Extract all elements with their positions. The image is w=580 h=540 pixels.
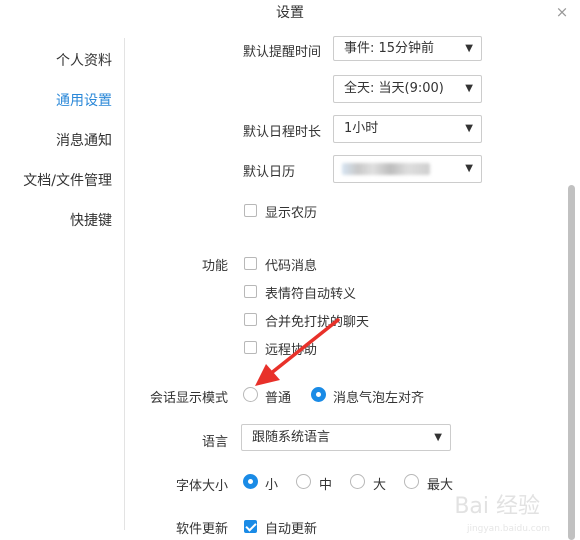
default-calendar-label: 默认日历: [243, 165, 296, 180]
duration-select[interactable]: 1小时 ▼: [333, 115, 482, 143]
auto-update-label[interactable]: 自动更新: [265, 518, 317, 537]
auto-update-checkbox[interactable]: [244, 520, 257, 533]
sidebar-item-general[interactable]: 通用设置: [56, 90, 112, 110]
font-size-large-label[interactable]: 大: [373, 474, 386, 493]
sidebar-item-files[interactable]: 文档/文件管理: [23, 170, 112, 190]
font-size-largest-label[interactable]: 最大: [427, 474, 453, 493]
duration-value: 1小时: [344, 121, 379, 136]
sidebar-item-shortcuts[interactable]: 快捷键: [70, 210, 112, 230]
scrollbar-thumb[interactable]: [568, 185, 575, 540]
scrollbar[interactable]: [568, 185, 576, 540]
default-calendar-select[interactable]: ▼: [333, 155, 482, 183]
language-select[interactable]: 跟随系统语言 ▼: [241, 424, 451, 451]
remote-assist-label[interactable]: 远程协助: [265, 339, 317, 358]
features-label: 功能: [202, 259, 229, 274]
reminder-time-label: 默认提醒时间: [243, 45, 322, 60]
sidebar-item-profile[interactable]: 个人资料: [56, 50, 112, 70]
font-size-large-radio[interactable]: [350, 474, 365, 489]
reminder-allday-value: 全天: 当天(9:00): [344, 81, 444, 96]
merge-dnd-checkbox[interactable]: [244, 313, 257, 326]
window-title: 设置: [276, 5, 304, 21]
language-label: 语言: [202, 435, 229, 450]
code-message-label[interactable]: 代码消息: [265, 255, 317, 274]
font-size-small-radio[interactable]: [243, 474, 258, 489]
reminder-event-select[interactable]: 事件: 15分钟前 ▼: [333, 36, 482, 61]
remote-assist-checkbox[interactable]: [244, 341, 257, 354]
sidebar-nav: 个人资料 通用设置 消息通知 文档/文件管理 快捷键: [0, 26, 124, 540]
font-size-label: 字体大小: [176, 479, 229, 494]
close-icon[interactable]: ×: [554, 4, 570, 20]
emoji-escape-checkbox[interactable]: [244, 285, 257, 298]
chevron-down-icon: ▼: [465, 163, 473, 174]
font-size-largest-radio[interactable]: [404, 474, 419, 489]
chat-mode-bubble-radio[interactable]: [311, 387, 326, 402]
chat-mode-bubble-label[interactable]: 消息气泡左对齐: [333, 387, 424, 406]
watermark-url: jingyan.baidu.com: [466, 524, 550, 534]
watermark-logo: Bai 经验: [454, 494, 540, 519]
duration-label: 默认日程时长: [243, 125, 322, 140]
language-value: 跟随系统语言: [252, 430, 331, 445]
chevron-down-icon: ▼: [465, 43, 473, 54]
font-size-small-label[interactable]: 小: [265, 474, 278, 493]
chevron-down-icon: ▼: [434, 432, 442, 443]
blurred-calendar-name: [342, 163, 430, 175]
code-message-checkbox[interactable]: [244, 257, 257, 270]
lunar-checkbox[interactable]: [244, 204, 257, 217]
chat-mode-label: 会话显示模式: [150, 391, 229, 406]
font-size-medium-radio[interactable]: [296, 474, 311, 489]
chevron-down-icon: ▼: [465, 83, 473, 94]
lunar-label[interactable]: 显示农历: [265, 202, 317, 221]
chevron-down-icon: ▼: [465, 123, 473, 134]
reminder-event-value: 事件: 15分钟前: [344, 41, 435, 56]
sidebar-item-notifications[interactable]: 消息通知: [56, 130, 112, 150]
merge-dnd-label[interactable]: 合并免打扰的聊天: [265, 311, 369, 330]
update-label: 软件更新: [176, 522, 229, 537]
reminder-allday-select[interactable]: 全天: 当天(9:00) ▼: [333, 75, 482, 103]
chat-mode-normal-label[interactable]: 普通: [265, 387, 291, 406]
settings-content: 默认提醒时间 事件: 15分钟前 ▼ 全天: 当天(9:00) ▼ 默认日程时长…: [125, 26, 570, 540]
chat-mode-normal-radio[interactable]: [243, 387, 258, 402]
emoji-escape-label[interactable]: 表情符自动转义: [265, 283, 356, 302]
font-size-medium-label[interactable]: 中: [319, 474, 332, 493]
